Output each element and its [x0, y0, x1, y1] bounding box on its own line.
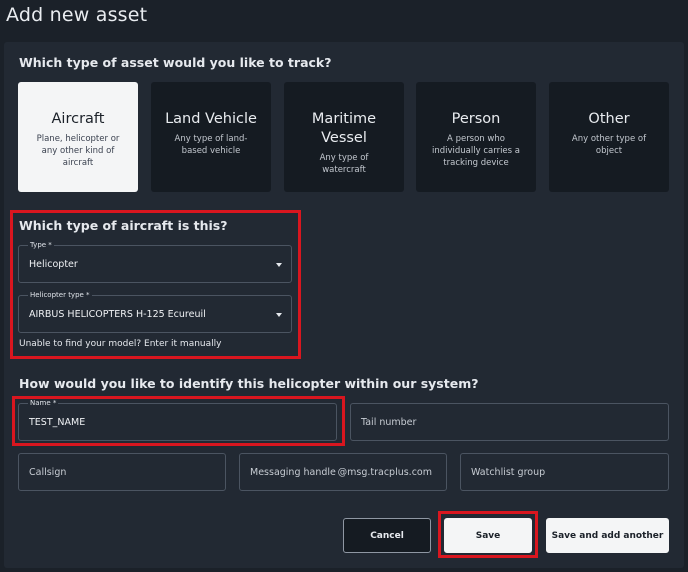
- helicopter-type-label: Helicopter type *: [28, 290, 92, 300]
- helicopter-type-value: AIRBUS HELICOPTERS H-125 Ecureuil: [29, 309, 206, 320]
- card-description: Plane, helicopter or any other kind of a…: [36, 134, 120, 168]
- aircraft-type-heading: Which type of aircraft is this?: [19, 218, 228, 233]
- asset-type-heading: Which type of asset would you like to tr…: [19, 55, 332, 70]
- messaging-handle-placeholder: Messaging handle: [250, 467, 336, 478]
- asset-card-land-vehicle[interactable]: Land Vehicle Any type of land-based vehi…: [151, 82, 271, 192]
- name-field[interactable]: Name * TEST_NAME: [18, 398, 337, 441]
- asset-card-maritime-vessel[interactable]: Maritime Vessel Any type of watercraft: [284, 82, 404, 192]
- save-button[interactable]: Save: [444, 518, 532, 553]
- type-select[interactable]: Type * Helicopter: [18, 240, 292, 283]
- card-title: Maritime Vessel: [311, 111, 377, 146]
- asset-card-person[interactable]: Person A person who individually carries…: [416, 82, 536, 192]
- tail-number-placeholder: Tail number: [361, 417, 417, 428]
- callsign-field[interactable]: Callsign: [18, 453, 226, 491]
- watchlist-group-placeholder: Watchlist group: [471, 467, 546, 478]
- watchlist-group-field[interactable]: Watchlist group: [460, 453, 669, 491]
- name-label: Name *: [28, 398, 59, 408]
- helicopter-type-select[interactable]: Helicopter type * AIRBUS HELICOPTERS H-1…: [18, 290, 292, 333]
- asset-card-aircraft[interactable]: Aircraft Plane, helicopter or any other …: [18, 82, 138, 192]
- card-title: Other: [588, 111, 630, 127]
- name-value: TEST_NAME: [29, 417, 86, 428]
- type-label: Type *: [28, 240, 54, 250]
- card-title: Land Vehicle: [165, 111, 257, 127]
- card-title: Aircraft: [51, 111, 105, 127]
- messaging-handle-suffix: @msg.tracplus.com: [337, 467, 432, 478]
- tail-number-field[interactable]: Tail number: [350, 403, 669, 441]
- identify-heading: How would you like to identify this heli…: [19, 376, 479, 391]
- card-description: Any other type of object: [571, 134, 647, 156]
- asset-card-other[interactable]: Other Any other type of object: [549, 82, 669, 192]
- callsign-placeholder: Callsign: [29, 467, 67, 478]
- enter-model-manually-link[interactable]: Unable to find your model? Enter it manu…: [19, 339, 221, 349]
- caret-down-icon[interactable]: [276, 313, 282, 317]
- card-description: Any type of land-based vehicle: [174, 134, 248, 156]
- caret-down-icon[interactable]: [276, 263, 282, 267]
- save-and-add-another-button[interactable]: Save and add another: [546, 518, 669, 553]
- type-value: Helicopter: [29, 259, 78, 270]
- messaging-handle-field[interactable]: Messaging handle @msg.tracplus.com: [239, 453, 447, 491]
- card-description: A person who individually carries a trac…: [432, 134, 520, 168]
- card-description: Any type of watercraft: [319, 153, 369, 175]
- page-title: Add new asset: [6, 4, 148, 26]
- card-title: Person: [451, 111, 501, 127]
- cancel-button[interactable]: Cancel: [343, 518, 431, 553]
